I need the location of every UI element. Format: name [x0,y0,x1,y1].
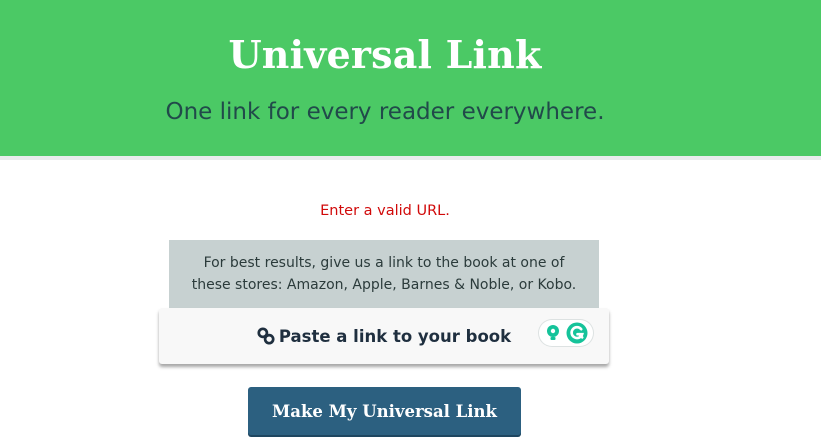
hero-banner: Universal Link One link for every reader… [0,0,821,156]
store-hint-box: For best results, give us a link to the … [169,240,599,308]
grammarly-icon[interactable] [566,322,588,344]
error-message: Enter a valid URL. [320,203,450,219]
link-icon [257,327,275,345]
page-subtitle: One link for every reader everywhere. [165,99,605,125]
grammarly-widget[interactable] [539,320,593,346]
page-title: Universal Link [228,32,542,77]
header-divider [0,156,821,160]
store-hint-line-2: these stores: Amazon, Apple, Barnes & No… [191,277,577,293]
book-url-placeholder-text: Paste a link to your book [278,326,512,346]
store-hint-line-1: For best results, give us a link to the … [203,255,565,271]
book-url-input[interactable]: Paste a link to your book [159,308,609,364]
make-universal-link-button[interactable]: Make My Universal Link [248,387,521,435]
lightbulb-icon[interactable] [544,324,562,342]
